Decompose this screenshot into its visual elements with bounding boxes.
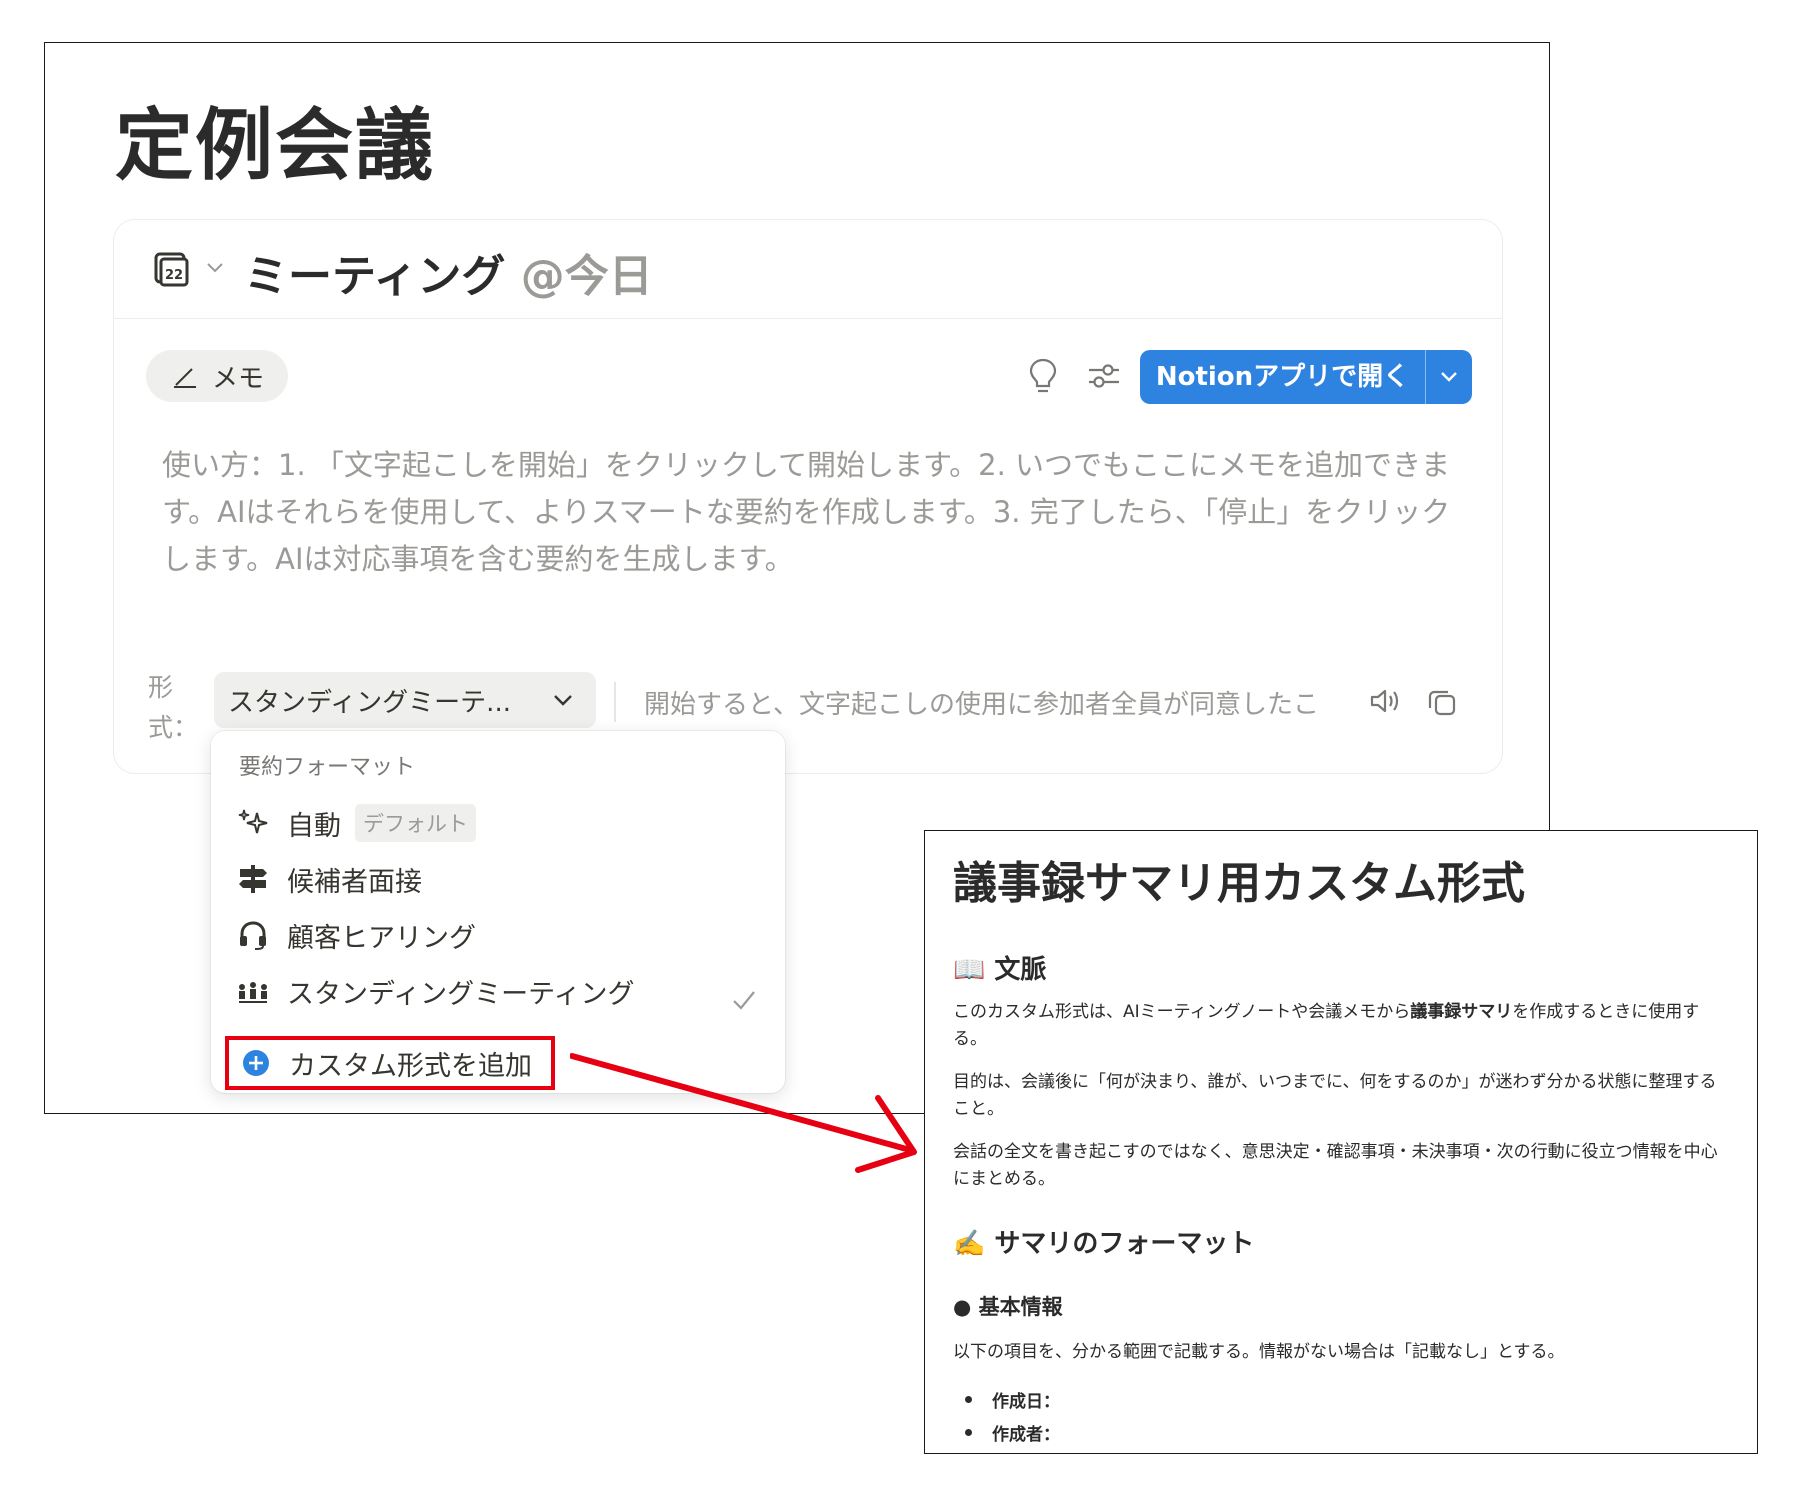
format-heading: ✍️ サマリのフォーマット	[953, 1229, 1255, 1259]
signpost-icon	[239, 865, 267, 893]
meeting-header: 22 ミーティング @今日	[114, 220, 1502, 319]
notes-placeholder[interactable]: 使い方：1. 「文字起こしを開始」をクリックして開始します。2. いつでもここに…	[162, 442, 1462, 583]
meeting-block: 22 ミーティング @今日 メモ Notionアプリで開く 使い方：1. 「文字…	[113, 219, 1503, 774]
list-item: 作成日：	[965, 1387, 1060, 1412]
meeting-date-mention[interactable]: @今日	[521, 251, 653, 302]
divider	[614, 682, 616, 722]
custom-format-document: 議事録サマリ用カスタム形式 📖 文脈 このカスタム形式は、AIミーティングノート…	[924, 830, 1758, 1454]
page-title: 定例会議	[115, 101, 436, 191]
dropdown-header: 要約フォーマット	[239, 755, 416, 780]
open-in-app-label: Notionアプリで開く	[1140, 350, 1426, 404]
menu-item-label: 候補者面接	[287, 866, 422, 898]
menu-item-label: スタンディングミーティング	[287, 978, 635, 1010]
calendar-icon[interactable]: 22	[152, 248, 192, 288]
menu-item-auto[interactable]: 自動 デフォルト	[237, 801, 476, 845]
open-in-app-button[interactable]: Notionアプリで開く	[1140, 350, 1472, 404]
text: このカスタム形式は、AIミーティングノートや会議メモから	[953, 1002, 1411, 1022]
basic-info-heading: ● 基本情報	[953, 1295, 1063, 1319]
calendar-day: 22	[165, 268, 183, 283]
context-heading: 📖 文脈	[953, 955, 1047, 985]
chevron-down-icon	[1441, 372, 1457, 382]
meeting-title[interactable]: ミーティング @今日	[244, 240, 653, 304]
document-title: 議事録サマリ用カスタム形式	[953, 858, 1525, 909]
format-label: 形式：	[148, 673, 199, 742]
consent-text: 開始すると、文字起こしの使用に参加者全員が同意したこ	[644, 690, 1319, 720]
checkmark-icon	[733, 991, 755, 1010]
chevron-down-icon	[554, 695, 572, 706]
add-custom-format-label: カスタム形式を追加	[289, 1050, 532, 1082]
menu-item-label: 自動	[287, 810, 341, 842]
memo-tab[interactable]: メモ	[146, 350, 288, 402]
add-custom-format-button[interactable]: カスタム形式を追加	[225, 1036, 555, 1090]
meeting-title-text: ミーティング	[244, 251, 506, 302]
copy-icon[interactable]	[1426, 686, 1458, 718]
open-options-button[interactable]	[1426, 350, 1472, 404]
format-dropdown-menu: 要約フォーマット 自動 デフォルト 候補者面接 顧客ヒアリング スタンディングミ…	[211, 731, 785, 1093]
context-paragraph: 会話の全文を書き起こすのではなく、意思決定・確認事項・未決事項・次の行動に役立つ…	[953, 1142, 1718, 1189]
default-badge: デフォルト	[355, 804, 476, 842]
menu-item-customer-hearing[interactable]: 顧客ヒアリング	[237, 913, 476, 957]
basic-info-paragraph: 以下の項目を、分かる範囲で記載する。情報がない場合は「記載なし」とする。	[953, 1342, 1565, 1362]
plus-circle-icon	[243, 1050, 269, 1076]
settings-sliders-icon[interactable]	[1086, 360, 1122, 392]
format-select[interactable]: スタンディングミーテ...	[214, 672, 596, 728]
lightbulb-icon[interactable]	[1026, 356, 1060, 396]
list-item: 作成者：	[965, 1420, 1060, 1445]
format-selected-value: スタンディングミーテ...	[228, 687, 511, 718]
context-paragraph: このカスタム形式は、AIミーティングノートや会議メモから議事録サマリを作成すると…	[953, 999, 1723, 1053]
menu-item-candidate-interview[interactable]: 候補者面接	[237, 857, 422, 901]
menu-item-label: 顧客ヒアリング	[287, 922, 476, 954]
headset-icon	[240, 921, 266, 950]
context-paragraph: 目的は、会議後に「何が決まり、誰が、いつまでに、何をするのか」が迷わず分かる状態…	[953, 1072, 1717, 1119]
speaker-icon[interactable]	[1368, 686, 1402, 716]
memo-tab-label: メモ	[211, 363, 264, 394]
pencil-icon	[173, 368, 196, 388]
people-icon	[239, 982, 267, 1003]
sparkles-icon	[238, 809, 268, 834]
menu-item-standing-meeting[interactable]: スタンディングミーティング	[237, 969, 635, 1013]
chevron-down-icon[interactable]	[206, 262, 224, 274]
callout-arrow	[570, 1053, 917, 1173]
bold-text: 議事録サマリ	[1410, 1002, 1513, 1022]
